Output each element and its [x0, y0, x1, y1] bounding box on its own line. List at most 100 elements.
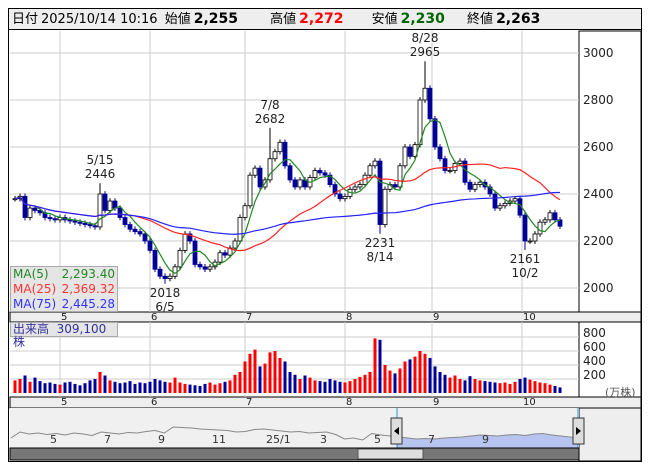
candle-body	[92, 225, 98, 228]
candle	[522, 212, 528, 251]
volume-bar	[443, 374, 447, 393]
range-handle-right[interactable]	[572, 417, 585, 445]
volume-bar	[353, 379, 357, 393]
navigator-tick: 11	[212, 433, 226, 446]
range-handle-left[interactable]	[390, 417, 403, 445]
volume-bar	[483, 381, 487, 393]
volume-bar	[103, 375, 107, 393]
annotation-date: 5/15	[86, 153, 114, 168]
volume-bar	[303, 375, 307, 393]
candle-body	[122, 217, 128, 225]
candle-body	[297, 179, 303, 188]
volume-bar	[188, 384, 192, 393]
candle	[292, 177, 298, 190]
candle-body	[117, 207, 123, 218]
volume-bar	[203, 383, 207, 393]
ma25-value: 2,369.32	[61, 282, 115, 296]
month-tick: 7	[246, 312, 253, 323]
stock-chart[interactable]	[0, 0, 653, 470]
volume-bar	[488, 381, 492, 393]
month-tick: 6	[151, 397, 158, 408]
ma5-value: 2,293.40	[61, 267, 115, 281]
volume-bar	[88, 380, 92, 393]
candle-body	[257, 167, 263, 188]
volume-bar	[498, 383, 502, 393]
volume-bar	[323, 381, 327, 393]
volume-bar	[23, 375, 27, 393]
annotation-price: 2161	[509, 252, 541, 267]
volume-bar	[123, 382, 127, 393]
candle-body	[217, 252, 223, 263]
candle-body	[97, 193, 103, 228]
vol-tick: 800	[583, 326, 606, 340]
candle	[407, 144, 413, 160]
candle	[167, 273, 173, 282]
volume-bar	[198, 386, 202, 393]
candle-body	[372, 160, 378, 167]
candle	[537, 219, 543, 237]
volume-bar	[348, 381, 352, 393]
candle-body	[407, 146, 413, 157]
volume-bar	[473, 379, 477, 393]
volume-bar	[518, 379, 522, 393]
candle-body	[427, 87, 433, 120]
volume-bar	[368, 372, 372, 393]
candle-body	[87, 224, 93, 227]
volume-bar	[138, 382, 142, 393]
candle-body	[442, 158, 448, 171]
candle-body	[382, 188, 388, 225]
candle-body	[177, 249, 183, 268]
volume-bar	[63, 382, 67, 393]
volume-axis: 800 600 400 200	[583, 326, 606, 382]
candle-body	[402, 146, 408, 167]
volume-bar	[403, 361, 407, 393]
price-tick: 2600	[583, 140, 614, 154]
scrollbar-track[interactable]	[9, 447, 580, 461]
volume-bar	[93, 379, 97, 393]
candle	[312, 167, 318, 181]
candle-body	[197, 264, 203, 268]
candle	[472, 181, 478, 193]
candle-body	[272, 151, 278, 160]
candle	[207, 264, 213, 273]
volume-bar	[528, 379, 532, 393]
candle-body	[132, 228, 138, 232]
candle-body	[292, 179, 298, 188]
candle-body	[357, 184, 363, 188]
candle	[132, 226, 138, 235]
candle	[162, 273, 168, 284]
volume-bar	[343, 382, 347, 393]
volume-bar	[448, 377, 452, 393]
candle-body	[537, 221, 543, 235]
candle	[27, 205, 33, 221]
navigator-tick: 7	[104, 433, 111, 446]
volume-bar	[478, 380, 482, 393]
candle-body	[52, 218, 58, 221]
candle	[357, 181, 363, 190]
candle	[47, 214, 53, 222]
volume-bar	[223, 381, 227, 393]
volume-bar	[418, 351, 422, 393]
candle	[187, 231, 193, 244]
navigator-tick: 5	[50, 433, 57, 446]
candle	[97, 183, 103, 230]
scrollbar-thumb[interactable]	[357, 448, 424, 460]
candle-body	[32, 207, 38, 211]
candle	[492, 191, 498, 211]
candle	[152, 247, 158, 273]
volume-bar	[408, 359, 412, 393]
volume-bar	[543, 383, 547, 393]
candle	[57, 214, 63, 223]
volume-bar	[373, 338, 377, 393]
volume-bar	[398, 368, 402, 393]
candle	[497, 202, 503, 211]
candle	[247, 172, 253, 209]
volume-bar	[293, 374, 297, 393]
ma75-line	[14, 191, 561, 235]
candle-body	[242, 205, 248, 218]
candle	[277, 139, 283, 155]
volume-bar	[338, 381, 342, 393]
candle-body	[532, 233, 538, 242]
candle-body	[437, 146, 443, 160]
volume-bar	[38, 381, 42, 393]
